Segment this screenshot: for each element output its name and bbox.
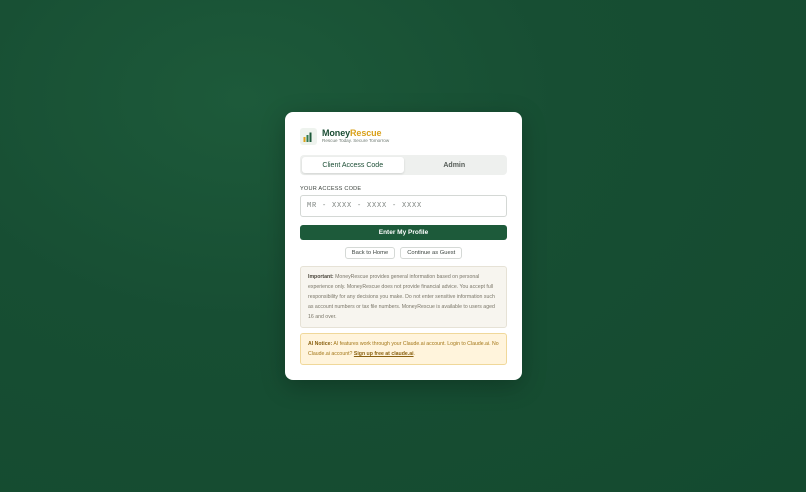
ai-notice-title: AI Notice: xyxy=(308,341,333,347)
access-code-input[interactable] xyxy=(300,195,507,217)
login-card: MoneyRescue Rescue Today. Secure Tomorro… xyxy=(285,112,522,380)
tab-client-access-code[interactable]: Client Access Code xyxy=(302,157,404,173)
bar-chart-icon xyxy=(300,127,317,145)
back-to-home-button[interactable]: Back to Home xyxy=(344,247,396,259)
signup-link[interactable]: Sign up free at claude.ai xyxy=(354,351,414,357)
enter-profile-button[interactable]: Enter My Profile xyxy=(300,225,507,240)
brand-name: MoneyRescue xyxy=(322,127,382,138)
brand-header: MoneyRescue Rescue Today. Secure Tomorro… xyxy=(300,126,507,146)
ai-notice: AI Notice: AI features work through your… xyxy=(300,333,507,365)
continue-as-guest-button[interactable]: Continue as Guest xyxy=(400,247,463,259)
important-notice: Important: MoneyRescue provides general … xyxy=(300,266,507,328)
tab-admin[interactable]: Admin xyxy=(404,157,506,173)
important-notice-title: Important: xyxy=(308,274,334,280)
brand-tagline: Rescue Today. Secure Tomorrow xyxy=(322,137,390,143)
access-code-label: YOUR ACCESS CODE xyxy=(300,186,362,192)
login-tabs: Client Access Code Admin xyxy=(300,155,507,175)
secondary-actions: Back to Home Continue as Guest xyxy=(300,247,507,259)
important-notice-text: MoneyRescue provides general information… xyxy=(308,274,495,320)
